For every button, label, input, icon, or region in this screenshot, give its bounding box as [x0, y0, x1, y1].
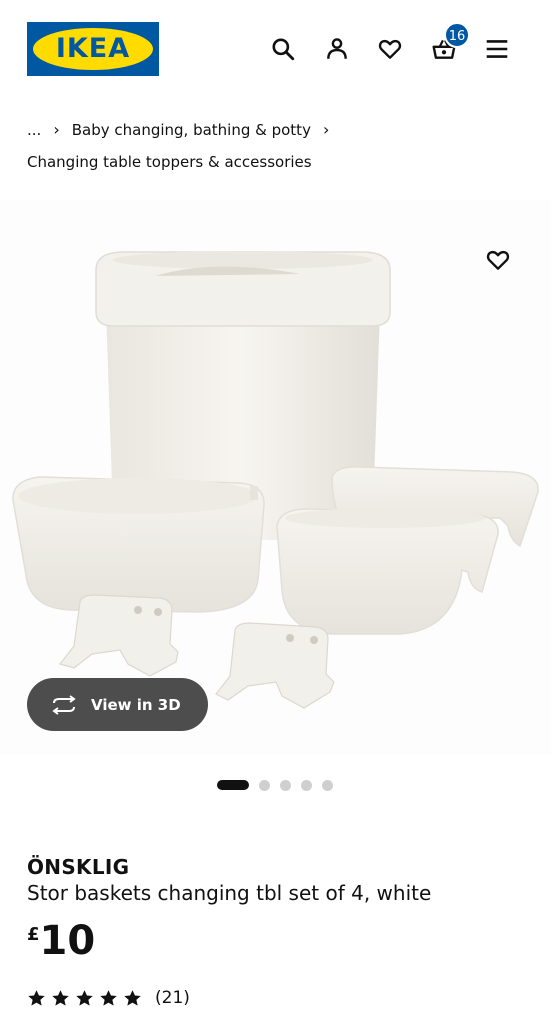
star-icon: [52, 989, 69, 1006]
menu-button[interactable]: [480, 32, 514, 66]
product-rating[interactable]: (21): [27, 985, 190, 1011]
product-price: £ 10: [27, 918, 95, 964]
price-value: 10: [39, 918, 96, 964]
site-header: IKEA 16: [0, 0, 551, 100]
carousel-dot[interactable]: [301, 779, 312, 791]
carousel-dot[interactable]: [280, 779, 291, 791]
heart-icon: [378, 39, 402, 59]
carousel-dot[interactable]: [217, 780, 249, 790]
breadcrumb-item-changing-table-toppers[interactable]: Changing table toppers & accessories: [27, 150, 312, 174]
price-currency: £: [27, 924, 40, 945]
rotate-3d-icon: [52, 694, 76, 715]
product-image-gallery[interactable]: View in 3D: [0, 200, 551, 755]
view-in-3d-label: View in 3D: [91, 695, 181, 714]
wishlist-button[interactable]: [373, 32, 407, 66]
breadcrumb-ellipsis[interactable]: ...: [27, 118, 41, 142]
account-icon: [327, 38, 347, 59]
product-image: [12, 251, 539, 709]
basket-count-badge: 16: [444, 22, 470, 48]
chevron-right-icon: ›: [53, 120, 60, 139]
breadcrumb-row: ... › Baby changing, bathing & potty ›: [27, 118, 527, 142]
search-icon: [272, 38, 295, 61]
star-icon: [100, 989, 117, 1006]
breadcrumb: ... › Baby changing, bathing & potty › C…: [27, 118, 527, 174]
image-carousel-indicator: [217, 779, 343, 791]
breadcrumb-item-baby-changing[interactable]: Baby changing, bathing & potty: [72, 118, 311, 142]
rating-stars: [27, 989, 147, 1008]
ikea-logo[interactable]: IKEA: [27, 22, 159, 76]
view-in-3d-button[interactable]: View in 3D: [27, 678, 208, 731]
menu-icon: [486, 40, 508, 58]
breadcrumb-row: Changing table toppers & accessories: [27, 150, 527, 174]
product-description: Stor baskets changing tbl set of 4, whit…: [27, 881, 432, 905]
star-icon: [76, 989, 93, 1006]
carousel-dot[interactable]: [322, 779, 333, 791]
search-button[interactable]: [266, 32, 300, 66]
save-to-wishlist-button[interactable]: [480, 242, 516, 278]
heart-icon: [486, 250, 510, 270]
star-icon: [28, 989, 45, 1006]
review-count: (21): [155, 988, 190, 1008]
account-button[interactable]: [320, 32, 354, 66]
chevron-right-icon: ›: [322, 120, 330, 139]
carousel-dot[interactable]: [259, 779, 270, 791]
star-icon: [124, 989, 141, 1006]
product-name: ÖNSKLIG: [27, 855, 130, 879]
logo-text: IKEA: [55, 33, 131, 64]
